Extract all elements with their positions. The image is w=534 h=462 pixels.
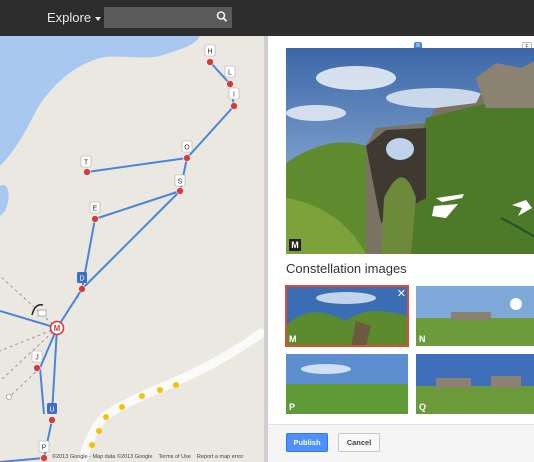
thumbnail-Q[interactable]: Q (416, 354, 534, 414)
panorama-image (286, 48, 534, 254)
panorama-viewer[interactable]: M (286, 48, 534, 254)
top-bar: Explore (0, 0, 534, 36)
cancel-button[interactable]: Cancel (338, 433, 380, 452)
map-pin-J[interactable]: J (31, 350, 43, 372)
pin-label-U: U (49, 407, 54, 414)
pin-label-M: M (54, 324, 61, 333)
map-attribution: ©2013 Google - Map data ©2013 Google Term… (52, 454, 249, 460)
thumbnail-label: P (289, 402, 296, 412)
map-pin-L[interactable]: L (224, 65, 236, 88)
map-pin-T[interactable]: T (80, 155, 92, 176)
report-map-error-link[interactable]: Report a map error (197, 454, 243, 460)
map-poi-icon (6, 394, 12, 400)
map-pin-H[interactable]: H (204, 44, 216, 66)
pin-label-D: D (79, 276, 84, 283)
search-input[interactable] (104, 7, 232, 28)
map[interactable]: H L I O T S E D M J U P (0, 36, 264, 462)
pin-label-J: J (35, 355, 39, 362)
pin-label-H: H (207, 49, 212, 56)
map-pin-U[interactable]: U (47, 403, 57, 424)
photo-icon (37, 309, 47, 317)
map-pin-I[interactable]: I (228, 87, 240, 110)
route-lines (0, 61, 235, 462)
panel-footer: Publish Cancel (268, 424, 534, 462)
constellation-heading: Constellation images (286, 261, 407, 276)
pin-label-L: L (228, 70, 232, 77)
close-icon[interactable]: ✕ (397, 287, 406, 300)
publish-button[interactable]: Publish (286, 433, 328, 452)
thumbnail-label: Q (419, 402, 427, 412)
thumbnail-P[interactable]: P (286, 354, 408, 414)
pin-label-O: O (184, 145, 190, 152)
pin-label-P: P (42, 445, 47, 452)
pin-label-S: S (178, 179, 183, 186)
thumbnail-M[interactable]: M ✕ (285, 285, 409, 347)
terms-link[interactable]: Terms of Use (158, 454, 190, 460)
viewer-label: M (289, 239, 301, 251)
map-pin-P[interactable]: P (38, 440, 50, 462)
map-copyright: ©2013 Google - Map data ©2013 Google (52, 454, 153, 460)
map-pin-O[interactable]: O (181, 140, 193, 162)
pin-label-I: I (233, 92, 235, 99)
map-pin-M[interactable]: M (49, 320, 65, 336)
map-canvas: H L I O T S E D M J U P (0, 36, 264, 462)
road (77, 327, 264, 462)
thumbnail-label: M (289, 334, 297, 344)
thumbnail-label: N (419, 334, 426, 344)
right-panel: R F M Constellation images M ✕ N P Q Pub… (268, 36, 534, 462)
chevron-down-icon (95, 16, 102, 21)
thumbnail-N[interactable]: N (416, 286, 534, 346)
search-icon[interactable] (214, 8, 230, 26)
explore-label: Explore (47, 10, 92, 25)
map-pin-D[interactable]: D (77, 272, 87, 293)
water-body (0, 36, 200, 166)
map-pin-E[interactable]: E (89, 201, 101, 223)
pin-label-T: T (84, 160, 89, 167)
explore-menu[interactable]: Explore (47, 10, 102, 25)
map-pin-S[interactable]: S (174, 174, 186, 195)
water-body (0, 185, 9, 216)
pin-label-E: E (93, 206, 98, 213)
